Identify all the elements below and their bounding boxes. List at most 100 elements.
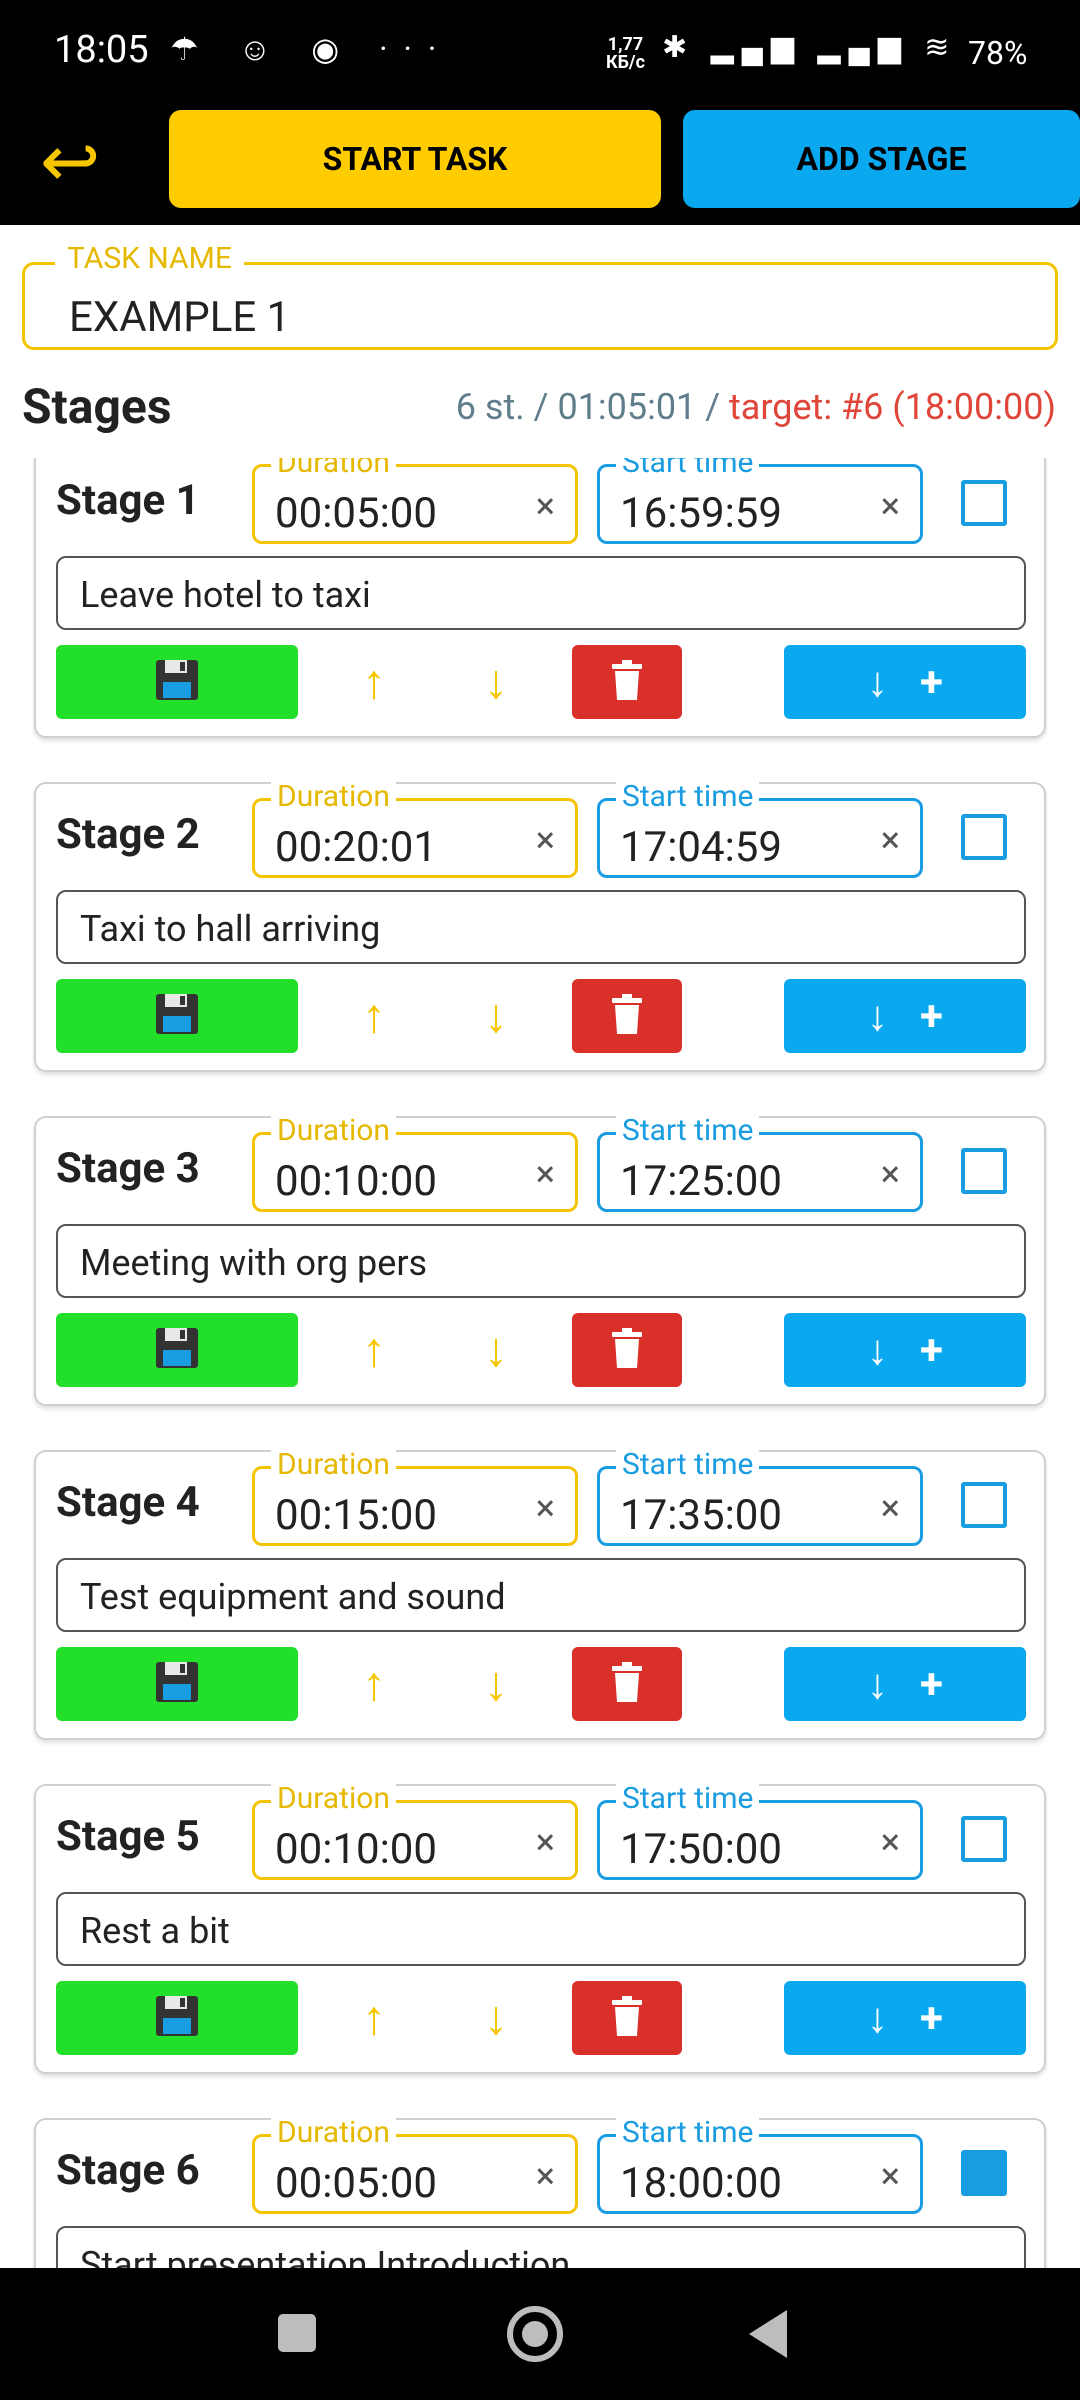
duration-field[interactable]: Duration 00:05:00 ×	[252, 458, 578, 544]
start-time-field[interactable]: Start time 16:59:59 ×	[597, 458, 923, 544]
duration-field[interactable]: Duration 00:10:00 ×	[252, 1113, 578, 1212]
clear-duration-icon[interactable]: ×	[536, 2155, 555, 2197]
stage-target-checkbox[interactable]	[961, 480, 1007, 526]
stage-title: Stage 5	[56, 1812, 200, 1861]
move-up-icon[interactable]: ↑	[344, 1652, 404, 1716]
start-time-input[interactable]: 17:50:00	[620, 1825, 782, 1874]
duration-input[interactable]: 00:20:01	[275, 823, 437, 872]
save-button[interactable]	[56, 645, 298, 719]
insert-stage-below-button[interactable]: ↓ +	[784, 1647, 1026, 1721]
stage-description-input[interactable]: Rest a bit	[56, 1892, 1026, 1966]
save-button[interactable]	[56, 1647, 298, 1721]
duration-input[interactable]: 00:10:00	[275, 1825, 437, 1874]
insert-stage-below-button[interactable]: ↓ +	[784, 1313, 1026, 1387]
notification-icons: ☂ ☺ ◉ ···	[170, 30, 453, 68]
task-name-input[interactable]: EXAMPLE 1	[69, 293, 290, 342]
stage-description-input[interactable]: Taxi to hall arriving	[56, 890, 1026, 964]
clear-duration-icon[interactable]: ×	[536, 1487, 555, 1529]
start-time-input[interactable]: 18:00:00	[620, 2159, 782, 2208]
stage-description-input[interactable]: Meeting with org pers	[56, 1224, 1026, 1298]
trash-icon	[612, 1996, 642, 2040]
delete-button[interactable]	[572, 979, 682, 1053]
nav-back-icon[interactable]	[749, 2310, 787, 2358]
stage-description-input[interactable]: Leave hotel to taxi	[56, 556, 1026, 630]
duration-label: Duration	[271, 1113, 396, 1148]
start-time-input[interactable]: 16:59:59	[620, 489, 782, 538]
start-task-button[interactable]: START TASK	[169, 110, 661, 208]
move-up-icon[interactable]: ↑	[344, 650, 404, 714]
insert-stage-below-button[interactable]: ↓ +	[784, 645, 1026, 719]
insert-stage-below-button[interactable]: ↓ +	[784, 1981, 1026, 2055]
start-time-field[interactable]: Start time 17:04:59 ×	[597, 779, 923, 878]
add-stage-button[interactable]: ADD STAGE	[683, 110, 1080, 208]
stage-title: Stage 4	[56, 1478, 200, 1527]
arrow-down-icon: ↓	[867, 1325, 889, 1375]
trash-icon	[612, 660, 642, 704]
duration-input[interactable]: 00:05:00	[275, 489, 437, 538]
clear-start-time-icon[interactable]: ×	[881, 1487, 900, 1529]
trash-icon	[612, 1662, 642, 1706]
start-time-input[interactable]: 17:25:00	[620, 1157, 782, 1206]
stage-target-checkbox[interactable]	[961, 2150, 1007, 2196]
start-time-field[interactable]: Start time 17:25:00 ×	[597, 1113, 923, 1212]
duration-field[interactable]: Duration 00:10:00 ×	[252, 1781, 578, 1880]
move-down-icon[interactable]: ↓	[466, 1318, 526, 1382]
move-up-icon[interactable]: ↑	[344, 984, 404, 1048]
clear-duration-icon[interactable]: ×	[536, 819, 555, 861]
start-time-field[interactable]: Start time 18:00:00 ×	[597, 2115, 923, 2214]
stage-list[interactable]: Stage 1 Duration 00:05:00 × Start time 16:59:…	[0, 458, 1080, 2268]
status-time: 18:05	[54, 28, 149, 72]
duration-label: Duration	[271, 1781, 396, 1816]
plus-icon: +	[920, 1659, 943, 1709]
clear-duration-icon[interactable]: ×	[536, 1153, 555, 1195]
move-down-icon[interactable]: ↓	[466, 650, 526, 714]
start-time-field[interactable]: Start time 17:50:00 ×	[597, 1781, 923, 1880]
stage-target-checkbox[interactable]	[961, 1482, 1007, 1528]
insert-stage-below-button[interactable]: ↓ +	[784, 979, 1026, 1053]
delete-button[interactable]	[572, 1981, 682, 2055]
network-speed-unit: КБ/с	[606, 52, 645, 73]
start-time-input[interactable]: 17:04:59	[620, 823, 782, 872]
start-time-label: Start time	[616, 1781, 760, 1816]
move-up-icon[interactable]: ↑	[344, 1318, 404, 1382]
duration-field[interactable]: Duration 00:05:00 ×	[252, 2115, 578, 2214]
save-button[interactable]	[56, 1981, 298, 2055]
save-button[interactable]	[56, 1313, 298, 1387]
stage-target-checkbox[interactable]	[961, 1148, 1007, 1194]
clear-start-time-icon[interactable]: ×	[881, 1821, 900, 1863]
duration-field[interactable]: Duration 00:20:01 ×	[252, 779, 578, 878]
save-button[interactable]	[56, 979, 298, 1053]
stage-description-input[interactable]: Start presentation Introduction	[56, 2226, 1026, 2268]
task-name-field[interactable]: TASK NAME EXAMPLE 1	[22, 241, 1058, 350]
start-time-input[interactable]: 17:35:00	[620, 1491, 782, 1540]
start-time-label: Start time	[616, 458, 760, 480]
delete-button[interactable]	[572, 1647, 682, 1721]
home-icon[interactable]	[507, 2306, 563, 2362]
clear-start-time-icon[interactable]: ×	[881, 819, 900, 861]
clear-duration-icon[interactable]: ×	[536, 485, 555, 527]
stage-card: Stage 4 Duration 00:15:00 × Start time 17:35:…	[34, 1447, 1046, 1740]
move-down-icon[interactable]: ↓	[466, 984, 526, 1048]
delete-button[interactable]	[572, 1313, 682, 1387]
move-down-icon[interactable]: ↓	[466, 1986, 526, 2050]
duration-input[interactable]: 00:05:00	[275, 2159, 437, 2208]
plus-icon: +	[920, 1993, 943, 2043]
clear-start-time-icon[interactable]: ×	[881, 2155, 900, 2197]
duration-field[interactable]: Duration 00:15:00 ×	[252, 1447, 578, 1546]
move-down-icon[interactable]: ↓	[466, 1652, 526, 1716]
move-up-icon[interactable]: ↑	[344, 1986, 404, 2050]
recents-icon[interactable]	[278, 2314, 316, 2352]
clear-start-time-icon[interactable]: ×	[881, 1153, 900, 1195]
clear-start-time-icon[interactable]: ×	[881, 485, 900, 527]
stage-description-input[interactable]: Test equipment and sound	[56, 1558, 1026, 1632]
start-time-field[interactable]: Start time 17:35:00 ×	[597, 1447, 923, 1546]
clear-duration-icon[interactable]: ×	[536, 1821, 555, 1863]
stage-target-checkbox[interactable]	[961, 814, 1007, 860]
stage-target-checkbox[interactable]	[961, 1816, 1007, 1862]
delete-button[interactable]	[572, 645, 682, 719]
duration-input[interactable]: 00:15:00	[275, 1491, 437, 1540]
back-arrow-icon[interactable]: ↩	[40, 126, 110, 198]
duration-label: Duration	[271, 779, 396, 814]
stage-card: Stage 3 Duration 00:10:00 × Start time 17:25:…	[34, 1113, 1046, 1406]
duration-input[interactable]: 00:10:00	[275, 1157, 437, 1206]
